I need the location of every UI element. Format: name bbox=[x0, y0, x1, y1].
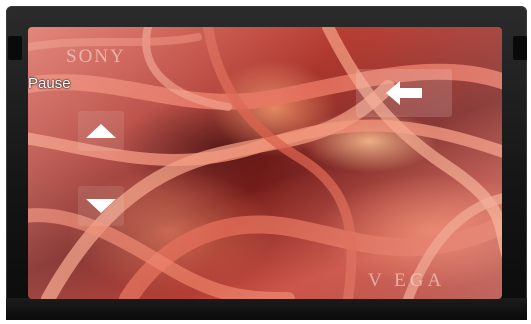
video-screen[interactable]: SONY V EGA Pause bbox=[28, 27, 502, 299]
bezel-hinge-left bbox=[8, 36, 22, 60]
left-arrow-icon bbox=[386, 81, 422, 105]
bezel-bottom-edge bbox=[6, 298, 527, 320]
down-button[interactable] bbox=[78, 186, 124, 226]
triangle-down-icon bbox=[86, 199, 116, 213]
pause-button[interactable]: Pause bbox=[28, 75, 71, 92]
brand-logo-vega: V EGA bbox=[368, 270, 446, 291]
up-button[interactable] bbox=[78, 111, 124, 151]
bezel-hinge-right bbox=[513, 36, 527, 60]
triangle-up-icon bbox=[86, 124, 116, 138]
brand-logo-sony: SONY bbox=[66, 46, 126, 67]
back-button[interactable] bbox=[356, 69, 452, 117]
